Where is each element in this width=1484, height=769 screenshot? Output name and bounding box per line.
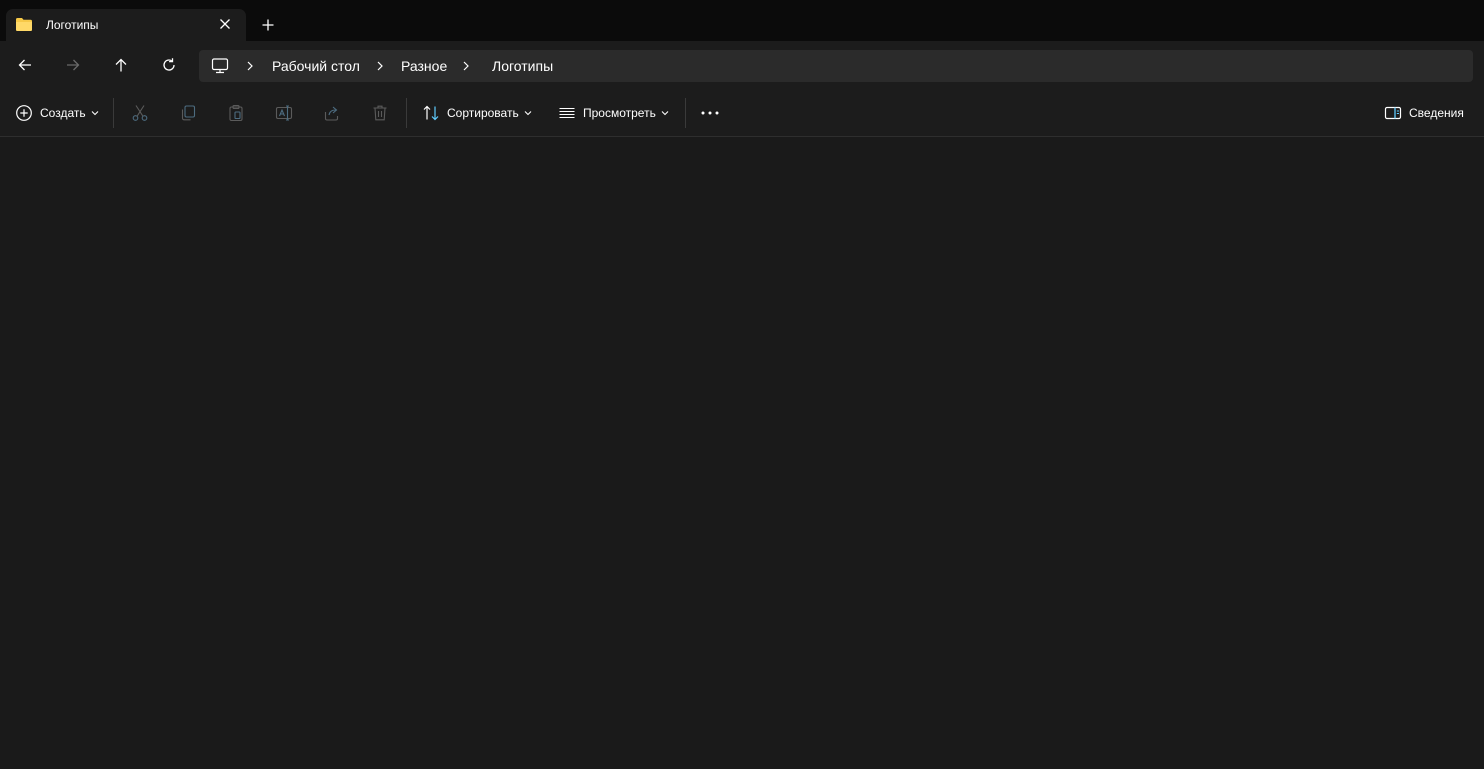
back-button[interactable] bbox=[13, 53, 37, 77]
sort-button[interactable]: Сортировать bbox=[421, 101, 532, 125]
forward-button[interactable] bbox=[61, 53, 85, 77]
divider bbox=[406, 98, 407, 128]
details-pane-icon bbox=[1383, 103, 1403, 123]
chevron-right-icon[interactable] bbox=[460, 59, 472, 73]
rename-icon bbox=[274, 103, 294, 123]
file-list-area[interactable] bbox=[0, 137, 1484, 769]
address-bar[interactable]: Рабочий стол Разное Логотипы bbox=[199, 50, 1473, 82]
divider bbox=[685, 98, 686, 128]
chevron-down-icon bbox=[661, 109, 669, 117]
copy-icon bbox=[178, 103, 198, 123]
close-tab-icon[interactable] bbox=[216, 15, 234, 33]
rename-button[interactable] bbox=[274, 101, 294, 125]
chevron-down-icon bbox=[91, 109, 99, 117]
copy-button[interactable] bbox=[178, 101, 198, 125]
new-button[interactable]: Создать bbox=[14, 101, 99, 125]
scissors-icon bbox=[130, 103, 150, 123]
chevron-right-icon[interactable] bbox=[244, 59, 256, 73]
arrow-left-icon bbox=[18, 59, 31, 71]
refresh-icon bbox=[163, 58, 175, 71]
details-pane-button[interactable]: Сведения bbox=[1383, 101, 1464, 125]
list-view-icon bbox=[557, 103, 577, 123]
breadcrumb-desktop[interactable]: Рабочий стол bbox=[272, 58, 360, 74]
folder-icon bbox=[15, 17, 33, 32]
share-button[interactable] bbox=[322, 101, 342, 125]
sort-label: Сортировать bbox=[447, 106, 519, 120]
sort-icon bbox=[421, 103, 441, 123]
breadcrumb-misc[interactable]: Разное bbox=[401, 58, 447, 74]
view-button[interactable]: Просмотреть bbox=[557, 101, 669, 125]
plus-circle-icon bbox=[14, 103, 34, 123]
view-label: Просмотреть bbox=[583, 106, 656, 120]
new-label: Создать bbox=[40, 106, 86, 120]
title-bar: Логотипы bbox=[0, 0, 1484, 41]
new-tab-button[interactable] bbox=[258, 15, 278, 35]
chevron-right-icon[interactable] bbox=[374, 59, 386, 73]
arrow-right-icon bbox=[67, 59, 80, 71]
refresh-button[interactable] bbox=[157, 53, 181, 77]
cut-button[interactable] bbox=[130, 101, 150, 125]
chevron-down-icon bbox=[524, 109, 532, 117]
up-button[interactable] bbox=[109, 53, 133, 77]
this-pc-icon[interactable] bbox=[211, 57, 229, 75]
command-bar: Создать Сортировать Просмотреть Сведения bbox=[0, 89, 1484, 137]
trash-icon bbox=[370, 103, 390, 123]
details-label: Сведения bbox=[1409, 106, 1464, 120]
tab-title: Логотипы bbox=[46, 18, 99, 32]
paste-button[interactable] bbox=[226, 101, 246, 125]
clipboard-icon bbox=[226, 103, 246, 123]
share-icon bbox=[322, 103, 342, 123]
delete-button[interactable] bbox=[370, 101, 390, 125]
divider bbox=[113, 98, 114, 128]
navigation-bar: Рабочий стол Разное Логотипы bbox=[0, 41, 1484, 89]
more-icon bbox=[700, 103, 720, 123]
breadcrumb-logos[interactable]: Логотипы bbox=[492, 58, 553, 74]
tab-active[interactable]: Логотипы bbox=[6, 9, 246, 41]
more-options-button[interactable] bbox=[700, 101, 720, 125]
arrow-up-icon bbox=[115, 58, 127, 72]
